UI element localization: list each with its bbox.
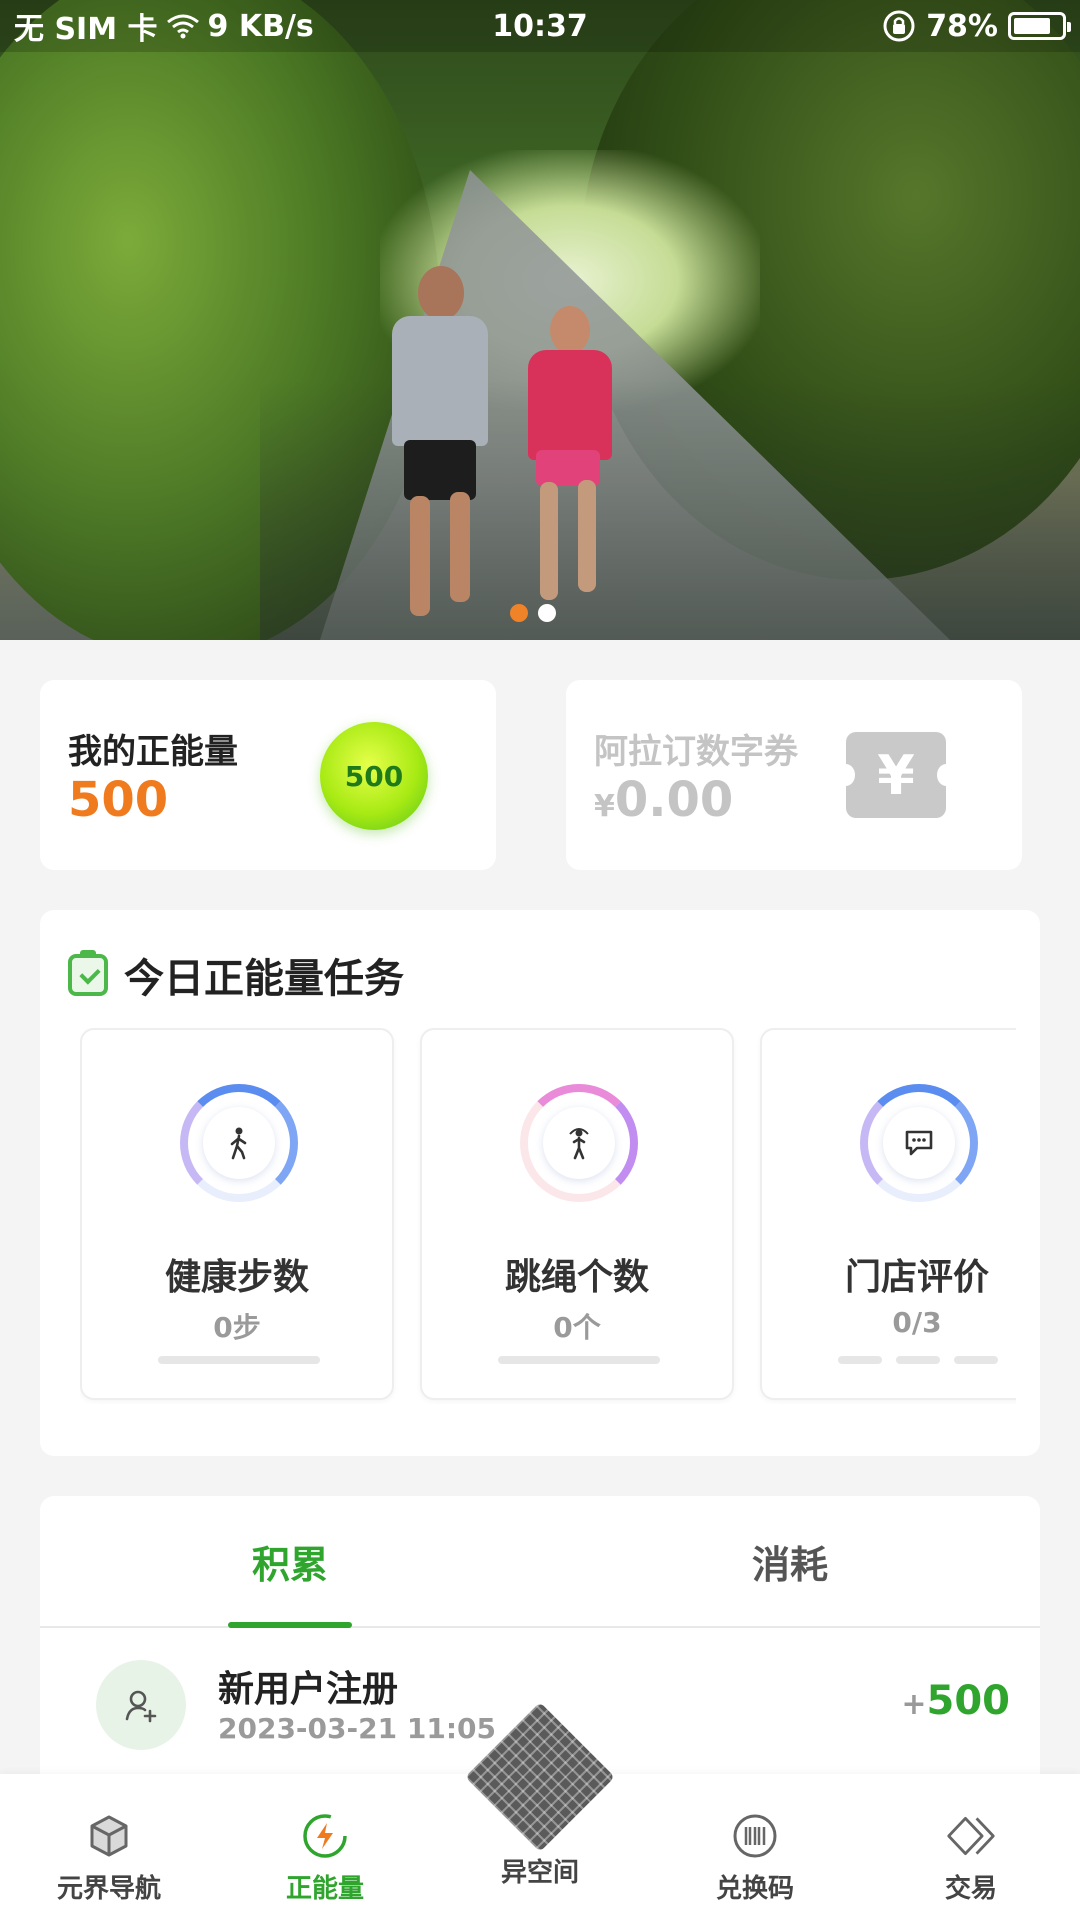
review-progress-ring <box>860 1084 978 1202</box>
battery-icon <box>1008 12 1071 40</box>
wifi-icon <box>166 14 199 39</box>
record-title: 新用户注册 <box>218 1669 399 1710</box>
energy-orb[interactable]: 500 <box>320 722 428 830</box>
task-name: 跳绳个数 <box>504 1257 649 1298</box>
record-sign: + <box>901 1687 927 1722</box>
jump-rope-icon <box>569 1128 589 1160</box>
task-value: 0个 <box>553 1311 601 1344</box>
task-item-jump-rope[interactable]: 跳绳个数 0个 <box>420 1028 734 1400</box>
energy-orb-value: 500 <box>344 759 404 793</box>
carousel-indicator[interactable] <box>510 604 556 622</box>
runner-woman <box>510 300 630 630</box>
energy-value: 500 <box>68 772 169 828</box>
task-progress-bar <box>498 1356 660 1364</box>
carrier-label: 无 SIM 卡 <box>14 12 158 47</box>
tab-accumulate[interactable]: 积累 <box>40 1496 540 1626</box>
task-name: 门店评价 <box>844 1257 989 1298</box>
tab-consume[interactable]: 消耗 <box>540 1496 1040 1626</box>
voucher-ticket-icon: ¥ <box>837 732 955 818</box>
records-tabs: 积累 消耗 <box>40 1496 1040 1628</box>
energy-icon <box>303 1814 347 1858</box>
battery-percent: 78% <box>926 8 998 44</box>
carousel-dot-2[interactable] <box>538 604 556 622</box>
hero-banner[interactable] <box>0 0 1080 640</box>
task-item-steps[interactable]: 健康步数 0步 <box>80 1028 394 1400</box>
record-amount: +500 <box>901 1678 1010 1724</box>
comment-icon <box>905 1130 933 1156</box>
bottom-nav: 元界导航 正能量 异空间 兑换码 交易 <box>0 1702 1080 1920</box>
avatar <box>96 1660 186 1750</box>
task-scroller[interactable]: 健康步数 0步 跳绳个数 0个 门店评价 0/3 <box>80 1028 1016 1404</box>
nav-item-other-space[interactable]: 异空间 <box>470 1852 610 1889</box>
nav-label: 元界导航 <box>56 1874 161 1904</box>
status-bar: 无 SIM 卡 9 KB/s 10:37 78% <box>0 0 1080 52</box>
voucher-currency: ¥ <box>594 789 615 824</box>
task-segment-bar <box>838 1356 998 1364</box>
nav-item-trade[interactable]: 交易 <box>886 1810 1056 1905</box>
nav-item-positive-energy[interactable]: 正能量 <box>240 1810 410 1905</box>
carousel-dot-1[interactable] <box>510 604 528 622</box>
nav-label: 兑换码 <box>715 1874 794 1904</box>
walking-person-icon <box>230 1127 247 1160</box>
barcode-icon <box>733 1814 777 1858</box>
task-name: 健康步数 <box>164 1257 309 1298</box>
voucher-value: ¥0.00 <box>594 772 733 828</box>
clipboard-check-icon <box>68 950 108 996</box>
add-user-icon <box>125 1690 157 1723</box>
voucher-title: 阿拉订数字券 <box>594 732 798 772</box>
steps-progress-ring <box>180 1084 298 1202</box>
record-amount-value: 500 <box>926 1678 1011 1724</box>
active-tab-indicator <box>228 1622 352 1628</box>
yen-icon: ¥ <box>877 743 915 807</box>
nav-item-metaverse-guide[interactable]: 元界导航 <box>24 1810 194 1905</box>
jump-rope-progress-ring <box>520 1084 638 1202</box>
nav-item-redeem-code[interactable]: 兑换码 <box>670 1810 840 1905</box>
network-speed: 9 KB/s <box>207 8 314 44</box>
task-item-store-review[interactable]: 门店评价 0/3 <box>760 1028 1016 1400</box>
cube-icon <box>90 1815 128 1857</box>
task-value: 0步 <box>213 1311 261 1344</box>
record-time: 2023-03-21 11:05 <box>218 1712 496 1745</box>
my-energy-card[interactable]: 我的正能量 500 500 <box>40 680 496 870</box>
voucher-amount: 0.00 <box>614 772 734 828</box>
digital-voucher-card[interactable]: 阿拉订数字券 ¥0.00 ¥ <box>566 680 1022 870</box>
tab-label: 积累 <box>251 1542 328 1587</box>
daily-tasks-card: 今日正能量任务 健康步数 0步 跳绳个数 0个 门店评价 0/3 <box>40 910 1040 1456</box>
task-value: 0/3 <box>892 1306 942 1339</box>
runner-man <box>370 260 500 630</box>
tasks-title: 今日正能量任务 <box>124 956 404 1002</box>
energy-title: 我的正能量 <box>68 732 238 772</box>
nav-label: 正能量 <box>285 1874 364 1904</box>
task-progress-bar <box>158 1356 320 1364</box>
rotation-lock-icon <box>883 10 915 42</box>
nav-label: 交易 <box>944 1874 997 1904</box>
trade-diamond-icon <box>947 1816 995 1856</box>
tab-label: 消耗 <box>751 1542 828 1587</box>
tasks-header: 今日正能量任务 <box>68 946 404 1004</box>
